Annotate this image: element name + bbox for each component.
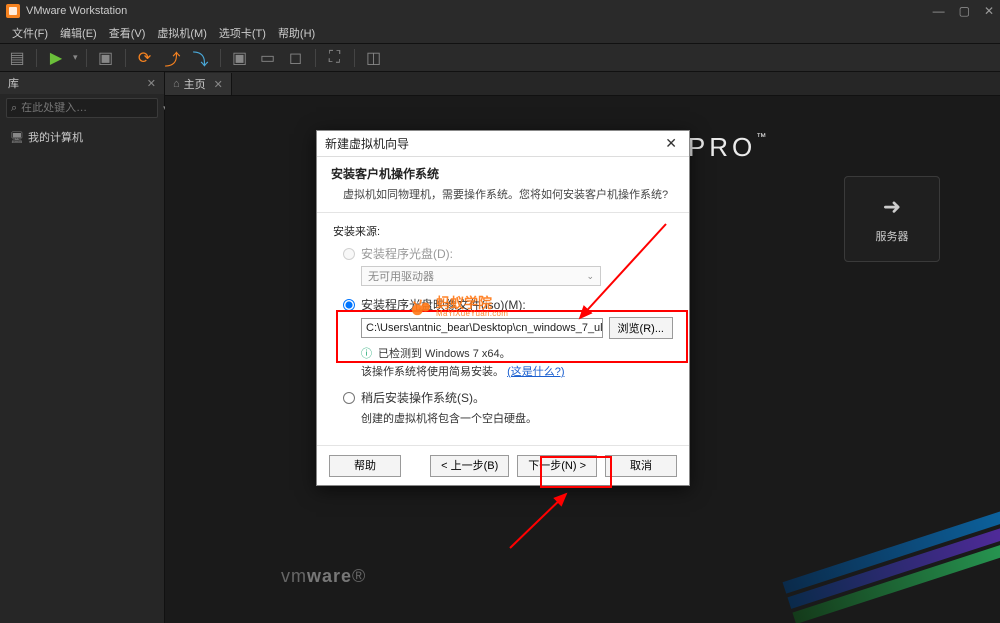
decorative-stripes (736, 359, 1000, 623)
arrow-right-icon: ➜ (883, 194, 901, 220)
sidebar-close-icon[interactable]: ✕ (147, 77, 156, 90)
dialog-header: 安装客户机操作系统 虚拟机如同物理机，需要操作系统。您将如何安装客户机操作系统? (317, 157, 689, 213)
snapshot-manage-icon[interactable]: ⤵ (190, 47, 212, 69)
tile-connect-server[interactable]: ➜ 服务器 (844, 176, 940, 262)
iso-path-value: C:\Users\antnic_bear\Desktop\cn_windows_… (366, 322, 603, 334)
next-button[interactable]: 下一步(N) > (517, 455, 597, 477)
play-icon[interactable]: ▶ (45, 47, 67, 69)
radio-installer-iso[interactable]: 安装程序光盘映像文件(iso)(M): (343, 296, 673, 313)
install-later-note: 创建的虚拟机将包含一个空白硬盘。 (361, 410, 673, 426)
radio-install-later-input[interactable] (343, 392, 355, 404)
snapshot-revert-icon[interactable]: ⤴ (162, 47, 184, 69)
search-input[interactable] (21, 102, 163, 114)
easy-install-line: 该操作系统将使用简易安装。 (这是什么?) (361, 363, 673, 379)
help-button[interactable]: 帮助 (329, 455, 401, 477)
dialog-footer: 帮助 < 上一步(B) 下一步(N) > 取消 (317, 445, 689, 485)
iso-path-field[interactable]: C:\Users\antnic_bear\Desktop\cn_windows_… (361, 318, 603, 338)
disc-drive-value: 无可用驱动器 (368, 268, 434, 284)
sidebar-search[interactable]: ⌕ ▾ (6, 98, 158, 118)
menubar: 文件(F) 编辑(E) 查看(V) 虚拟机(M) 选项卡(T) 帮助(H) (0, 22, 1000, 44)
dialog-subheading: 虚拟机如同物理机，需要操作系统。您将如何安装客户机操作系统? (331, 186, 675, 202)
radio-installer-iso-label: 安装程序光盘映像文件(iso)(M): (361, 296, 526, 313)
disc-drive-select: 无可用驱动器 ⌄ (361, 266, 601, 286)
maximize-button[interactable]: ▢ (959, 4, 970, 18)
dialog-title: 新建虚拟机向导 (325, 135, 409, 152)
titlebar: VMware Workstation — ▢ ✕ (0, 0, 1000, 22)
toolbar: ▤ ▶ ▾ ▣ ⟳ ⤴ ⤵ ▣ ▭ ◻ ⛶ ◫ (0, 44, 1000, 72)
sidebar: 库 ✕ ⌕ ▾ 🖥 我的计算机 (0, 72, 165, 623)
dialog-heading: 安装客户机操作系统 (331, 165, 675, 182)
dialog-titlebar: 新建虚拟机向导 ✕ (317, 131, 689, 157)
menu-edit[interactable]: 编辑(E) (54, 25, 103, 41)
vmware-logo: vmware® (281, 566, 366, 587)
tree-my-computer[interactable]: 🖥 我的计算机 (8, 126, 156, 148)
chevron-down-icon: ⌄ (586, 271, 594, 282)
easy-install-whatis-link[interactable]: (这是什么?) (507, 366, 564, 378)
library-tree: 🖥 我的计算机 (0, 122, 164, 152)
minimize-button[interactable]: — (933, 4, 945, 18)
tree-my-computer-label: 我的计算机 (28, 129, 83, 145)
tab-home-label: 主页 (184, 76, 206, 92)
app-title: VMware Workstation (26, 5, 127, 17)
window-controls: — ▢ ✕ (933, 4, 994, 18)
dialog-body: 安装来源: 安装程序光盘(D): 无可用驱动器 ⌄ 安装程序光盘映像文件(iso… (317, 213, 689, 442)
view-1-icon[interactable]: ▣ (229, 47, 251, 69)
menu-help[interactable]: 帮助(H) (272, 25, 321, 41)
menu-vm[interactable]: 虚拟机(M) (151, 25, 213, 41)
unity-icon[interactable]: ◫ (363, 47, 385, 69)
radio-install-later[interactable]: 稍后安装操作系统(S)。 (343, 389, 673, 406)
install-source-label: 安装来源: (333, 223, 673, 239)
home-icon: ⌂ (173, 78, 180, 90)
app-logo-icon (6, 4, 20, 18)
menu-file[interactable]: 文件(F) (6, 25, 54, 41)
screen-mode-1-icon[interactable]: ▣ (95, 47, 117, 69)
view-2-icon[interactable]: ▭ (257, 47, 279, 69)
new-vm-wizard-dialog: 新建虚拟机向导 ✕ 安装客户机操作系统 虚拟机如同物理机，需要操作系统。您将如何… (316, 130, 690, 486)
radio-installer-disc-input (343, 248, 355, 260)
fullscreen-icon[interactable]: ⛶ (324, 47, 346, 69)
home-tiles: ➜ 服务器 (844, 176, 940, 262)
radio-install-later-label: 稍后安装操作系统(S)。 (361, 389, 485, 406)
sidebar-header: 库 ✕ (0, 72, 164, 94)
view-3-icon[interactable]: ◻ (285, 47, 307, 69)
radio-installer-disc-label: 安装程序光盘(D): (361, 245, 453, 262)
toolbar-library-icon[interactable]: ▤ (6, 47, 28, 69)
menu-view[interactable]: 查看(V) (103, 25, 152, 41)
tabbar: ⌂ 主页 ✕ (165, 72, 1000, 96)
detected-os-row: ⓘ 已检测到 Windows 7 x64。 (361, 345, 673, 361)
computer-icon: 🖥 (10, 131, 24, 144)
search-icon: ⌕ (11, 102, 17, 115)
browse-button[interactable]: 浏览(R)... (609, 317, 673, 339)
tab-close-icon[interactable]: ✕ (214, 78, 223, 91)
close-button[interactable]: ✕ (984, 4, 994, 18)
easy-install-text: 该操作系统将使用简易安装。 (361, 366, 504, 378)
radio-installer-disc: 安装程序光盘(D): (343, 245, 673, 262)
info-icon: ⓘ (361, 345, 372, 361)
tab-home[interactable]: ⌂ 主页 ✕ (165, 73, 232, 95)
tile-server-label: 服务器 (876, 228, 909, 244)
detected-os-text: 已检测到 Windows 7 x64。 (378, 345, 511, 361)
radio-installer-iso-input[interactable] (343, 299, 355, 311)
dialog-close-icon[interactable]: ✕ (661, 135, 681, 152)
back-button[interactable]: < 上一步(B) (430, 455, 509, 477)
sidebar-title: 库 (8, 75, 19, 91)
menu-tabs[interactable]: 选项卡(T) (213, 25, 272, 41)
cancel-button[interactable]: 取消 (605, 455, 677, 477)
snapshot-take-icon[interactable]: ⟳ (134, 47, 156, 69)
